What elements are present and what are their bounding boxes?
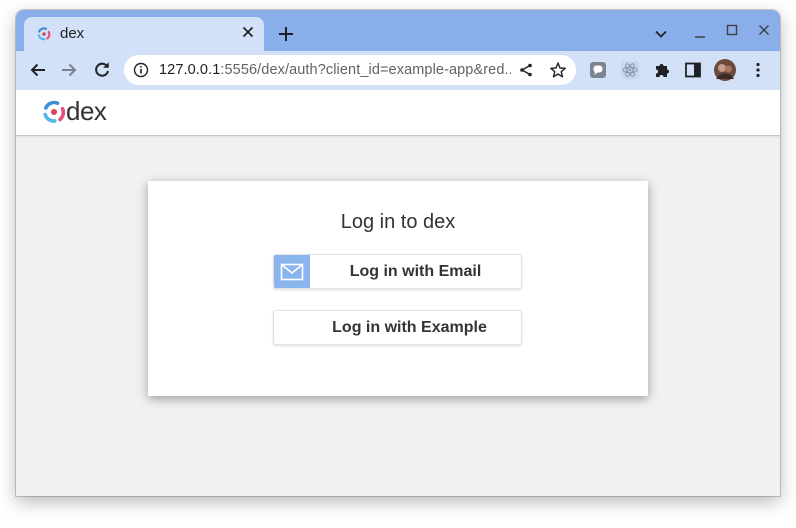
react-extension-icon[interactable] bbox=[620, 60, 640, 80]
url-path: :5556/dex/auth?client_id=example-app&red… bbox=[220, 62, 511, 78]
info-icon[interactable] bbox=[133, 62, 149, 78]
star-icon[interactable] bbox=[549, 61, 567, 79]
login-card: Log in to dex Log in with Email Log in w… bbox=[148, 181, 648, 396]
close-icon[interactable] bbox=[240, 24, 256, 40]
login-example-button[interactable]: Log in with Example bbox=[273, 310, 522, 345]
tab-dex[interactable]: dex bbox=[24, 17, 264, 51]
url-text[interactable]: 127.0.0.1:5556/dex/auth?client_id=exampl… bbox=[159, 62, 511, 78]
minimize-icon[interactable] bbox=[692, 26, 708, 42]
plus-icon[interactable] bbox=[277, 25, 295, 43]
side-panel-icon[interactable] bbox=[683, 60, 703, 80]
chevron-down-icon[interactable] bbox=[653, 26, 669, 42]
kebab-menu-icon[interactable] bbox=[748, 60, 768, 80]
page-title: Log in to dex bbox=[340, 211, 456, 233]
login-email-label: Log in with Email bbox=[349, 263, 482, 280]
forward-arrow-icon[interactable] bbox=[59, 60, 79, 80]
extension-chat-icon[interactable] bbox=[588, 60, 608, 80]
address-bar[interactable]: 127.0.0.1:5556/dex/auth?client_id=exampl… bbox=[124, 55, 576, 85]
browser-window: dex 127.0.0.1:5556/dex/auth?client_id=ex… bbox=[16, 10, 780, 496]
tab-strip: dex bbox=[16, 10, 780, 51]
tab-title: dex bbox=[60, 25, 85, 42]
url-host: 127.0.0.1 bbox=[159, 62, 221, 78]
logo-text: dex bbox=[66, 96, 107, 126]
share-icon[interactable] bbox=[518, 62, 534, 78]
window-close-icon[interactable] bbox=[756, 22, 772, 38]
login-email-button[interactable]: Log in with Email bbox=[273, 254, 522, 289]
site-header: dex bbox=[16, 90, 780, 136]
envelope-icon bbox=[280, 263, 304, 281]
browser-toolbar: 127.0.0.1:5556/dex/auth?client_id=exampl… bbox=[16, 51, 780, 90]
dex-favicon-icon bbox=[37, 27, 51, 41]
page-content: dex Log in to dex Log in with Email Log … bbox=[16, 90, 780, 496]
reload-icon[interactable] bbox=[92, 60, 112, 80]
maximize-icon[interactable] bbox=[724, 22, 740, 38]
login-example-label: Log in with Example bbox=[332, 319, 487, 336]
email-icon-box bbox=[274, 255, 310, 288]
avatar[interactable] bbox=[714, 59, 736, 81]
puzzle-icon[interactable] bbox=[652, 60, 672, 80]
dex-logo-icon bbox=[43, 100, 66, 123]
back-arrow-icon[interactable] bbox=[28, 60, 48, 80]
